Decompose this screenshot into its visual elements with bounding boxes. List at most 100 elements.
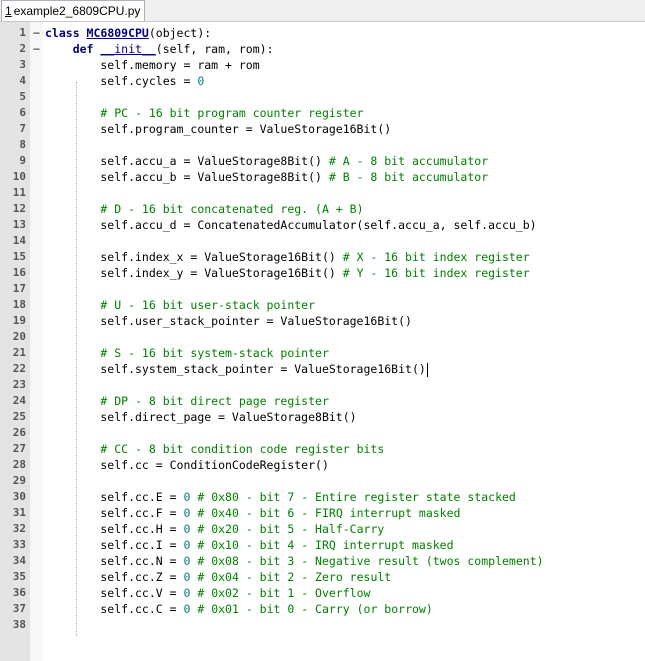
code-token: self.system_stack_pointer = ValueStorage… [45,362,426,376]
line-number: 13 [12,218,26,231]
line-number: 22 [12,362,26,375]
code-line[interactable]: 20 [0,329,645,345]
code-text: # CC - 8 bit condition code register bit… [45,441,384,457]
line-number: 27 [12,442,26,455]
code-line[interactable]: 13 self.accu_d = ConcatenatedAccumulator… [0,217,645,233]
code-line[interactable]: 2− def __init__(self, ram, rom): [0,41,645,57]
code-line[interactable]: 7 self.program_counter = ValueStorage16B… [0,121,645,137]
code-line[interactable]: 17 [0,281,645,297]
code-line[interactable]: 26 [0,425,645,441]
code-line[interactable]: 10 self.accu_b = ValueStorage8Bit() # B … [0,169,645,185]
code-line[interactable]: 5 [0,89,645,105]
code-line[interactable]: 37 self.cc.C = 0 # 0x01 - bit 0 - Carry … [0,601,645,617]
line-number: 31 [12,506,26,519]
line-number: 33 [12,538,26,551]
line-number: 28 [12,458,26,471]
code-line[interactable]: 16 self.index_y = ValueStorage16Bit() # … [0,265,645,281]
code-comment: # 0x10 - bit 4 - IRQ interrupt masked [197,538,454,552]
code-line[interactable]: 8 [0,137,645,153]
code-token: self.program_counter = ValueStorage16Bit… [45,122,392,136]
code-text: self.cc.F = 0 # 0x40 - bit 6 - FIRQ inte… [45,505,460,521]
code-keyword: def [72,42,101,56]
code-line[interactable]: 31 self.cc.F = 0 # 0x40 - bit 6 - FIRQ i… [0,505,645,521]
code-line[interactable]: 36 self.cc.V = 0 # 0x02 - bit 1 - Overfl… [0,585,645,601]
code-text: self.cycles = 0 [45,73,204,89]
code-line[interactable]: 1− class MC6809CPU(object): [0,25,645,41]
code-line[interactable]: 3 self.memory = ram + rom [0,57,645,73]
line-number: 9 [19,154,26,167]
code-line[interactable]: 28 self.cc = ConditionCodeRegister() [0,457,645,473]
code-text: self.cc.E = 0 # 0x80 - bit 7 - Entire re… [45,489,515,505]
code-token: self.memory = ram + rom [45,58,260,72]
code-text: self.cc.C = 0 # 0x01 - bit 0 - Carry (or… [45,601,433,617]
code-line[interactable]: 4 self.cycles = 0 [0,73,645,89]
function-name: __init__ [100,42,156,56]
code-comment: # DP - 8 bit direct page register [100,394,329,408]
text-cursor [426,362,428,377]
code-line[interactable]: 11 [0,185,645,201]
code-editor[interactable]: 1− class MC6809CPU(object): 2− def __init_… [0,22,645,661]
line-number: 14 [12,234,26,247]
line-number: 4 [19,74,26,87]
code-line[interactable]: 22 self.system_stack_pointer = ValueStor… [0,361,645,377]
file-tab[interactable]: 1 example2_6809CPU.py [1,0,146,21]
code-comment: # PC - 16 bit program counter register [100,106,364,120]
code-comment: # U - 16 bit user-stack pointer [100,298,316,312]
code-text: self.direct_page = ValueStorage8Bit() [45,409,357,425]
code-text: self.cc = ConditionCodeRegister() [45,457,329,473]
line-number: 24 [12,394,26,407]
line-number: 29 [12,474,26,487]
code-token: self.cycles = [45,74,198,88]
line-number: 18 [12,298,26,311]
code-text: def __init__(self, ram, rom): [45,41,274,57]
code-token: (self, ram, rom): [155,42,274,56]
class-name: MC6809CPU [86,26,149,40]
code-comment: # Y - 16 bit index register [342,266,530,280]
fold-collapse-icon[interactable]: − [31,41,42,57]
code-comment: # A - 8 bit accumulator [328,154,489,168]
code-text: self.program_counter = ValueStorage16Bit… [45,121,391,137]
line-number: 5 [19,90,26,103]
code-line[interactable]: 12 # D - 16 bit concatenated reg. (A + B… [0,201,645,217]
code-token: (object): [148,26,212,40]
code-line[interactable]: 19 self.user_stack_pointer = ValueStorag… [0,313,645,329]
code-line[interactable]: 21 # S - 16 bit system-stack pointer [0,345,645,361]
code-token: self.direct_page = ValueStorage8Bit() [45,410,357,424]
code-line[interactable]: 27 # CC - 8 bit condition code register … [0,441,645,457]
code-text: # S - 16 bit system-stack pointer [45,345,328,361]
line-number: 11 [12,186,26,199]
code-line[interactable]: 34 self.cc.N = 0 # 0x08 - bit 3 - Negati… [0,553,645,569]
code-comment: # 0x02 - bit 1 - Overflow [197,586,371,600]
code-line[interactable]: 38 [0,617,645,633]
code-line[interactable]: 15 self.index_x = ValueStorage16Bit() # … [0,249,645,265]
line-number: 1 [19,26,26,39]
line-number: 35 [12,570,26,583]
line-number: 16 [12,266,26,279]
code-comment: # 0x01 - bit 0 - Carry (or borrow) [197,602,433,616]
code-line[interactable]: 29 [0,473,645,489]
code-line[interactable]: 30 self.cc.E = 0 # 0x80 - bit 7 - Entire… [0,489,645,505]
code-text: self.cc.Z = 0 # 0x04 - bit 2 - Zero resu… [45,569,391,585]
code-text: self.user_stack_pointer = ValueStorage16… [45,313,412,329]
code-line[interactable]: 6 # PC - 16 bit program counter register [0,105,645,121]
code-line[interactable]: 25 self.direct_page = ValueStorage8Bit() [0,409,645,425]
line-number: 10 [12,170,26,183]
line-number: 2 [19,42,26,55]
code-line[interactable]: 23 [0,377,645,393]
code-line[interactable]: 18 # U - 16 bit user-stack pointer [0,297,645,313]
code-line[interactable]: 9 self.accu_a = ValueStorage8Bit() # A -… [0,153,645,169]
code-line[interactable]: 24 # DP - 8 bit direct page register [0,393,645,409]
line-number: 15 [12,250,26,263]
code-token: self.cc.E = [45,490,184,504]
code-line[interactable]: 35 self.cc.Z = 0 # 0x04 - bit 2 - Zero r… [0,569,645,585]
code-line[interactable]: 32 self.cc.H = 0 # 0x20 - bit 5 - Half-C… [0,521,645,537]
code-line[interactable]: 14 [0,233,645,249]
code-text: # D - 16 bit concatenated reg. (A + B) [45,201,363,217]
code-line[interactable]: 33 self.cc.I = 0 # 0x10 - bit 4 - IRQ in… [0,537,645,553]
line-number: 38 [12,618,26,631]
fold-collapse-icon[interactable]: − [31,25,42,41]
